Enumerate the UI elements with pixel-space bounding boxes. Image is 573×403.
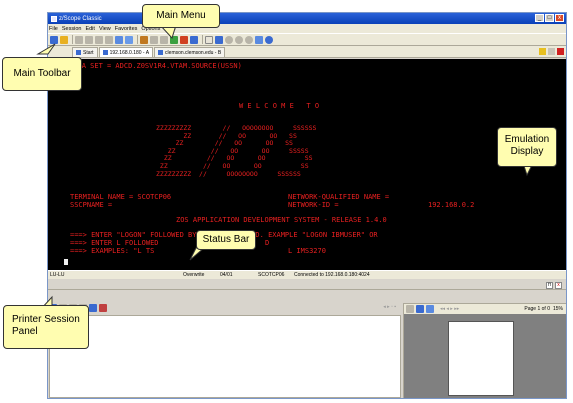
delete-icon[interactable] [99, 304, 107, 312]
open-folder-icon[interactable] [60, 35, 68, 44]
screen-line: ZOS APPLICATION DEVELOPMENT SYSTEM - REL… [176, 216, 387, 224]
toolbar-separator [72, 35, 73, 44]
fit-page-icon[interactable] [426, 305, 434, 313]
minimize-button[interactable]: _ [535, 14, 544, 22]
window-title: z/Scope Classic [59, 15, 102, 22]
status-bar: LU-LU Overwrite 04/01 SCOTCP06 Connected… [48, 270, 566, 279]
print-icon[interactable] [140, 35, 148, 44]
terminal-icon [158, 50, 164, 55]
maximize-button[interactable]: □ [545, 14, 554, 22]
disabled-icon[interactable] [85, 35, 93, 44]
screen-line: SSCPNAME = [70, 201, 113, 209]
tab-session-b[interactable]: clemson.clemson.edu - B [154, 47, 226, 57]
disabled-icon[interactable] [160, 35, 168, 44]
copy-icon[interactable] [115, 35, 123, 44]
printer-document-area[interactable] [49, 315, 401, 398]
status-mode: Overwrite [183, 272, 205, 278]
start-icon [76, 50, 81, 55]
screen-line: ===> ENTER L FOLLOWED [70, 239, 159, 247]
settings-icon[interactable] [255, 35, 263, 44]
close-tab-icon[interactable] [557, 48, 564, 55]
menu-bar: File Session Edit View Favorites Options… [48, 24, 566, 33]
tab-label: 192.168.0.180 - A [109, 49, 150, 56]
close-button[interactable]: x [555, 14, 564, 22]
toolbar-separator [137, 35, 138, 44]
paste-icon[interactable] [125, 35, 133, 44]
preview-page-info: Page 1 of 0 [524, 306, 550, 312]
preview-nav-arrows[interactable]: ◂◂ ◂ ▸ ▸▸ [440, 306, 459, 312]
pin-icon[interactable]: ⊓ [546, 282, 553, 289]
screen-line: NETWORK-QUALIFIED NAME = [288, 193, 390, 201]
hand-icon[interactable] [406, 305, 414, 313]
title-bar: z/Scope Classic _ □ x [48, 13, 566, 24]
app-icon [51, 15, 57, 22]
screen-line: ===> EXAMPLES: "L TS [70, 247, 155, 255]
disabled-icon[interactable] [75, 35, 83, 44]
screen-line: W E L C O M E T O [239, 102, 320, 110]
disconnect-icon[interactable] [180, 35, 188, 44]
help-icon[interactable] [265, 35, 273, 44]
status-lu: LU-LU [50, 272, 65, 278]
callout-status-bar: Status Bar [196, 230, 256, 250]
keyboard-icon[interactable] [539, 48, 546, 55]
screen-line: 192.168.0.2 [428, 201, 475, 209]
dropdown-icon[interactable] [548, 48, 555, 55]
screen-line: TERMINAL NAME = SCOTCP06 [70, 193, 172, 201]
terminal-icon [102, 50, 108, 55]
new-session-icon[interactable] [50, 35, 58, 44]
screen-icon[interactable] [205, 35, 213, 44]
tab-start[interactable]: Start [72, 47, 98, 57]
status-terminal: SCOTCP06 [258, 272, 285, 278]
session-tab-bar: Start 192.168.0.180 - A clemson.clemson.… [48, 46, 566, 58]
record-icon[interactable] [225, 35, 233, 44]
screen-line: NETWORK-ID = [288, 201, 339, 209]
preview-toolbar: ◂◂ ◂ ▸ ▸▸ Page 1 of 0 15% [404, 304, 566, 314]
menu-session[interactable]: Session [62, 26, 82, 32]
play-icon[interactable] [235, 35, 243, 44]
screen-line: D [265, 239, 270, 247]
menu-favorites[interactable]: Favorites [115, 26, 138, 32]
callout-emulation-display: Emulation Display [497, 127, 557, 167]
transfer-icon[interactable] [190, 35, 198, 44]
main-toolbar [48, 33, 566, 46]
stop-icon[interactable] [245, 35, 253, 44]
connect-icon[interactable] [170, 35, 178, 44]
menu-file[interactable]: File [49, 26, 58, 32]
toolbar-separator [202, 35, 203, 44]
close-panel-icon[interactable]: x [555, 282, 562, 289]
tab-label: Start [83, 49, 94, 56]
text-cursor [64, 259, 68, 265]
menu-edit[interactable]: Edit [85, 26, 94, 32]
tab-label: clemson.clemson.edu - B [165, 49, 222, 56]
macro-icon[interactable] [215, 35, 223, 44]
zoom-icon[interactable] [416, 305, 424, 313]
callout-printer-session-panel: Printer Session Panel [3, 305, 89, 349]
preview-page [448, 321, 514, 396]
disabled-icon[interactable] [95, 35, 103, 44]
application-window: z/Scope Classic _ □ x File Session Edit … [47, 12, 567, 399]
printer-panel-header: ⊓ x [48, 281, 566, 290]
document-icon[interactable] [89, 304, 97, 312]
menu-view[interactable]: View [99, 26, 111, 32]
screen-line: L IMS3270 [288, 247, 326, 255]
tab-session-a[interactable]: 192.168.0.180 - A [98, 47, 154, 57]
cut-icon[interactable] [105, 35, 113, 44]
zos-ascii-art: ZZZZZZZZZ // OOOOOOOO SSSSSS ZZ // OO OO… [156, 124, 317, 178]
status-cursor-pos: 04/01 [220, 272, 233, 278]
callout-main-menu: Main Menu [142, 4, 220, 28]
print-preview-pane: ◂◂ ◂ ▸ ▸▸ Page 1 of 0 15% [403, 303, 566, 398]
preview-zoom: 15% [552, 306, 563, 312]
status-connection: Connected to 192.168.0.180:4024 [294, 272, 370, 278]
printer-session-panel: ⊓ x ◂ ▸ ▫ ▪ ◂◂ ◂ ▸ ▸▸ Page 1 of 0 15% [48, 279, 566, 398]
callout-main-toolbar: Main Toolbar [2, 57, 82, 91]
emulation-display[interactable]: URCE DATA SET = ADCD.Z0SV1R4.VTAM.SOURCE… [48, 59, 566, 270]
disabled-icon[interactable] [150, 35, 158, 44]
